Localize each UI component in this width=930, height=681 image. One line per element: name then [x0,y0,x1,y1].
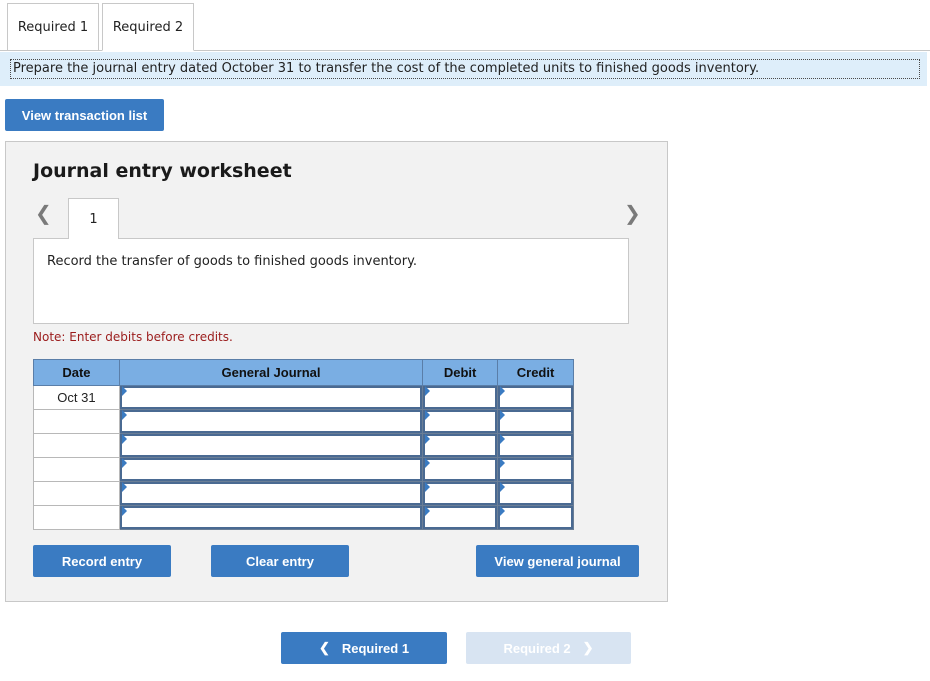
debit-input[interactable] [423,410,498,433]
page-number: 1 [89,211,98,227]
credit-input[interactable] [498,386,573,409]
account-input[interactable] [119,458,423,481]
button-label: Required 2 [503,640,571,656]
credit-input[interactable] [498,458,573,481]
page-tab-1[interactable]: 1 [68,198,119,239]
table-row [33,433,574,458]
credit-cell [497,481,574,506]
table-row [33,409,574,434]
table-row: Oct 31 [33,385,574,410]
button-label: View transaction list [21,107,148,123]
chevron-left-icon: ❮ [318,640,330,655]
credit-input[interactable] [498,506,573,529]
button-label: Clear entry [246,553,314,569]
debit-input[interactable] [423,506,498,529]
entry-description: Record the transfer of goods to finished… [33,238,629,324]
journal-entry-table: Date General Journal Debit Credit Oct 31 [33,359,574,530]
account-cell [118,409,424,434]
record-entry-button[interactable]: Record entry [33,545,171,577]
table-row [33,505,574,530]
account-input[interactable] [119,506,423,529]
clear-entry-button[interactable]: Clear entry [211,545,349,577]
table-header-row: Date General Journal Debit Credit [33,359,574,386]
chevron-left-icon[interactable]: ❮ [35,203,52,223]
debit-cell [422,457,499,482]
column-header-general-journal: General Journal [118,359,424,386]
credit-input[interactable] [498,482,573,505]
account-cell [118,505,424,530]
tab-label: Required 1 [17,19,89,35]
account-cell [118,433,424,458]
credit-input[interactable] [498,410,573,433]
next-required-button: Required 2 ❯ [466,632,631,664]
account-cell [118,481,424,506]
account-input[interactable] [119,386,423,409]
date-cell [33,457,120,482]
column-header-date: Date [33,359,120,386]
worksheet-title: Journal entry worksheet [33,160,292,182]
description-text: Record the transfer of goods to finished… [47,254,418,269]
date-cell [33,505,120,530]
debit-cell [422,505,499,530]
date-cell [33,481,120,506]
credit-input[interactable] [498,434,573,457]
debit-input[interactable] [423,434,498,457]
instruction-text: Prepare the journal entry dated October … [10,59,920,79]
account-cell [118,385,424,410]
date-cell [33,409,120,434]
chevron-right-icon[interactable]: ❯ [624,203,641,223]
debit-cell [422,409,499,434]
chevron-right-icon: ❯ [582,640,594,655]
debit-input[interactable] [423,386,498,409]
table-row [33,481,574,506]
credit-cell [497,409,574,434]
tab-required-1[interactable]: Required 1 [7,3,99,51]
column-header-credit: Credit [497,359,574,386]
debit-input[interactable] [423,482,498,505]
debit-cell [422,433,499,458]
credit-cell [497,385,574,410]
debit-input[interactable] [423,458,498,481]
debit-cell [422,385,499,410]
button-label: View general journal [494,553,621,569]
entry-note: Note: Enter debits before credits. [33,330,233,344]
account-input[interactable] [119,410,423,433]
date-cell [33,433,120,458]
view-general-journal-button[interactable]: View general journal [476,545,639,577]
debit-cell [422,481,499,506]
view-transaction-list-button[interactable]: View transaction list [5,99,164,131]
credit-cell [497,457,574,482]
tab-label: Required 2 [112,19,184,35]
button-label: Required 1 [341,640,410,656]
account-input[interactable] [119,434,423,457]
table-row [33,457,574,482]
button-label: Record entry [61,553,143,569]
credit-cell [497,505,574,530]
column-header-debit: Debit [422,359,499,386]
prev-required-button[interactable]: ❮ Required 1 [281,632,447,664]
credit-cell [497,433,574,458]
account-cell [118,457,424,482]
date-cell: Oct 31 [33,385,120,410]
account-input[interactable] [119,482,423,505]
tab-required-2[interactable]: Required 2 [102,3,194,51]
